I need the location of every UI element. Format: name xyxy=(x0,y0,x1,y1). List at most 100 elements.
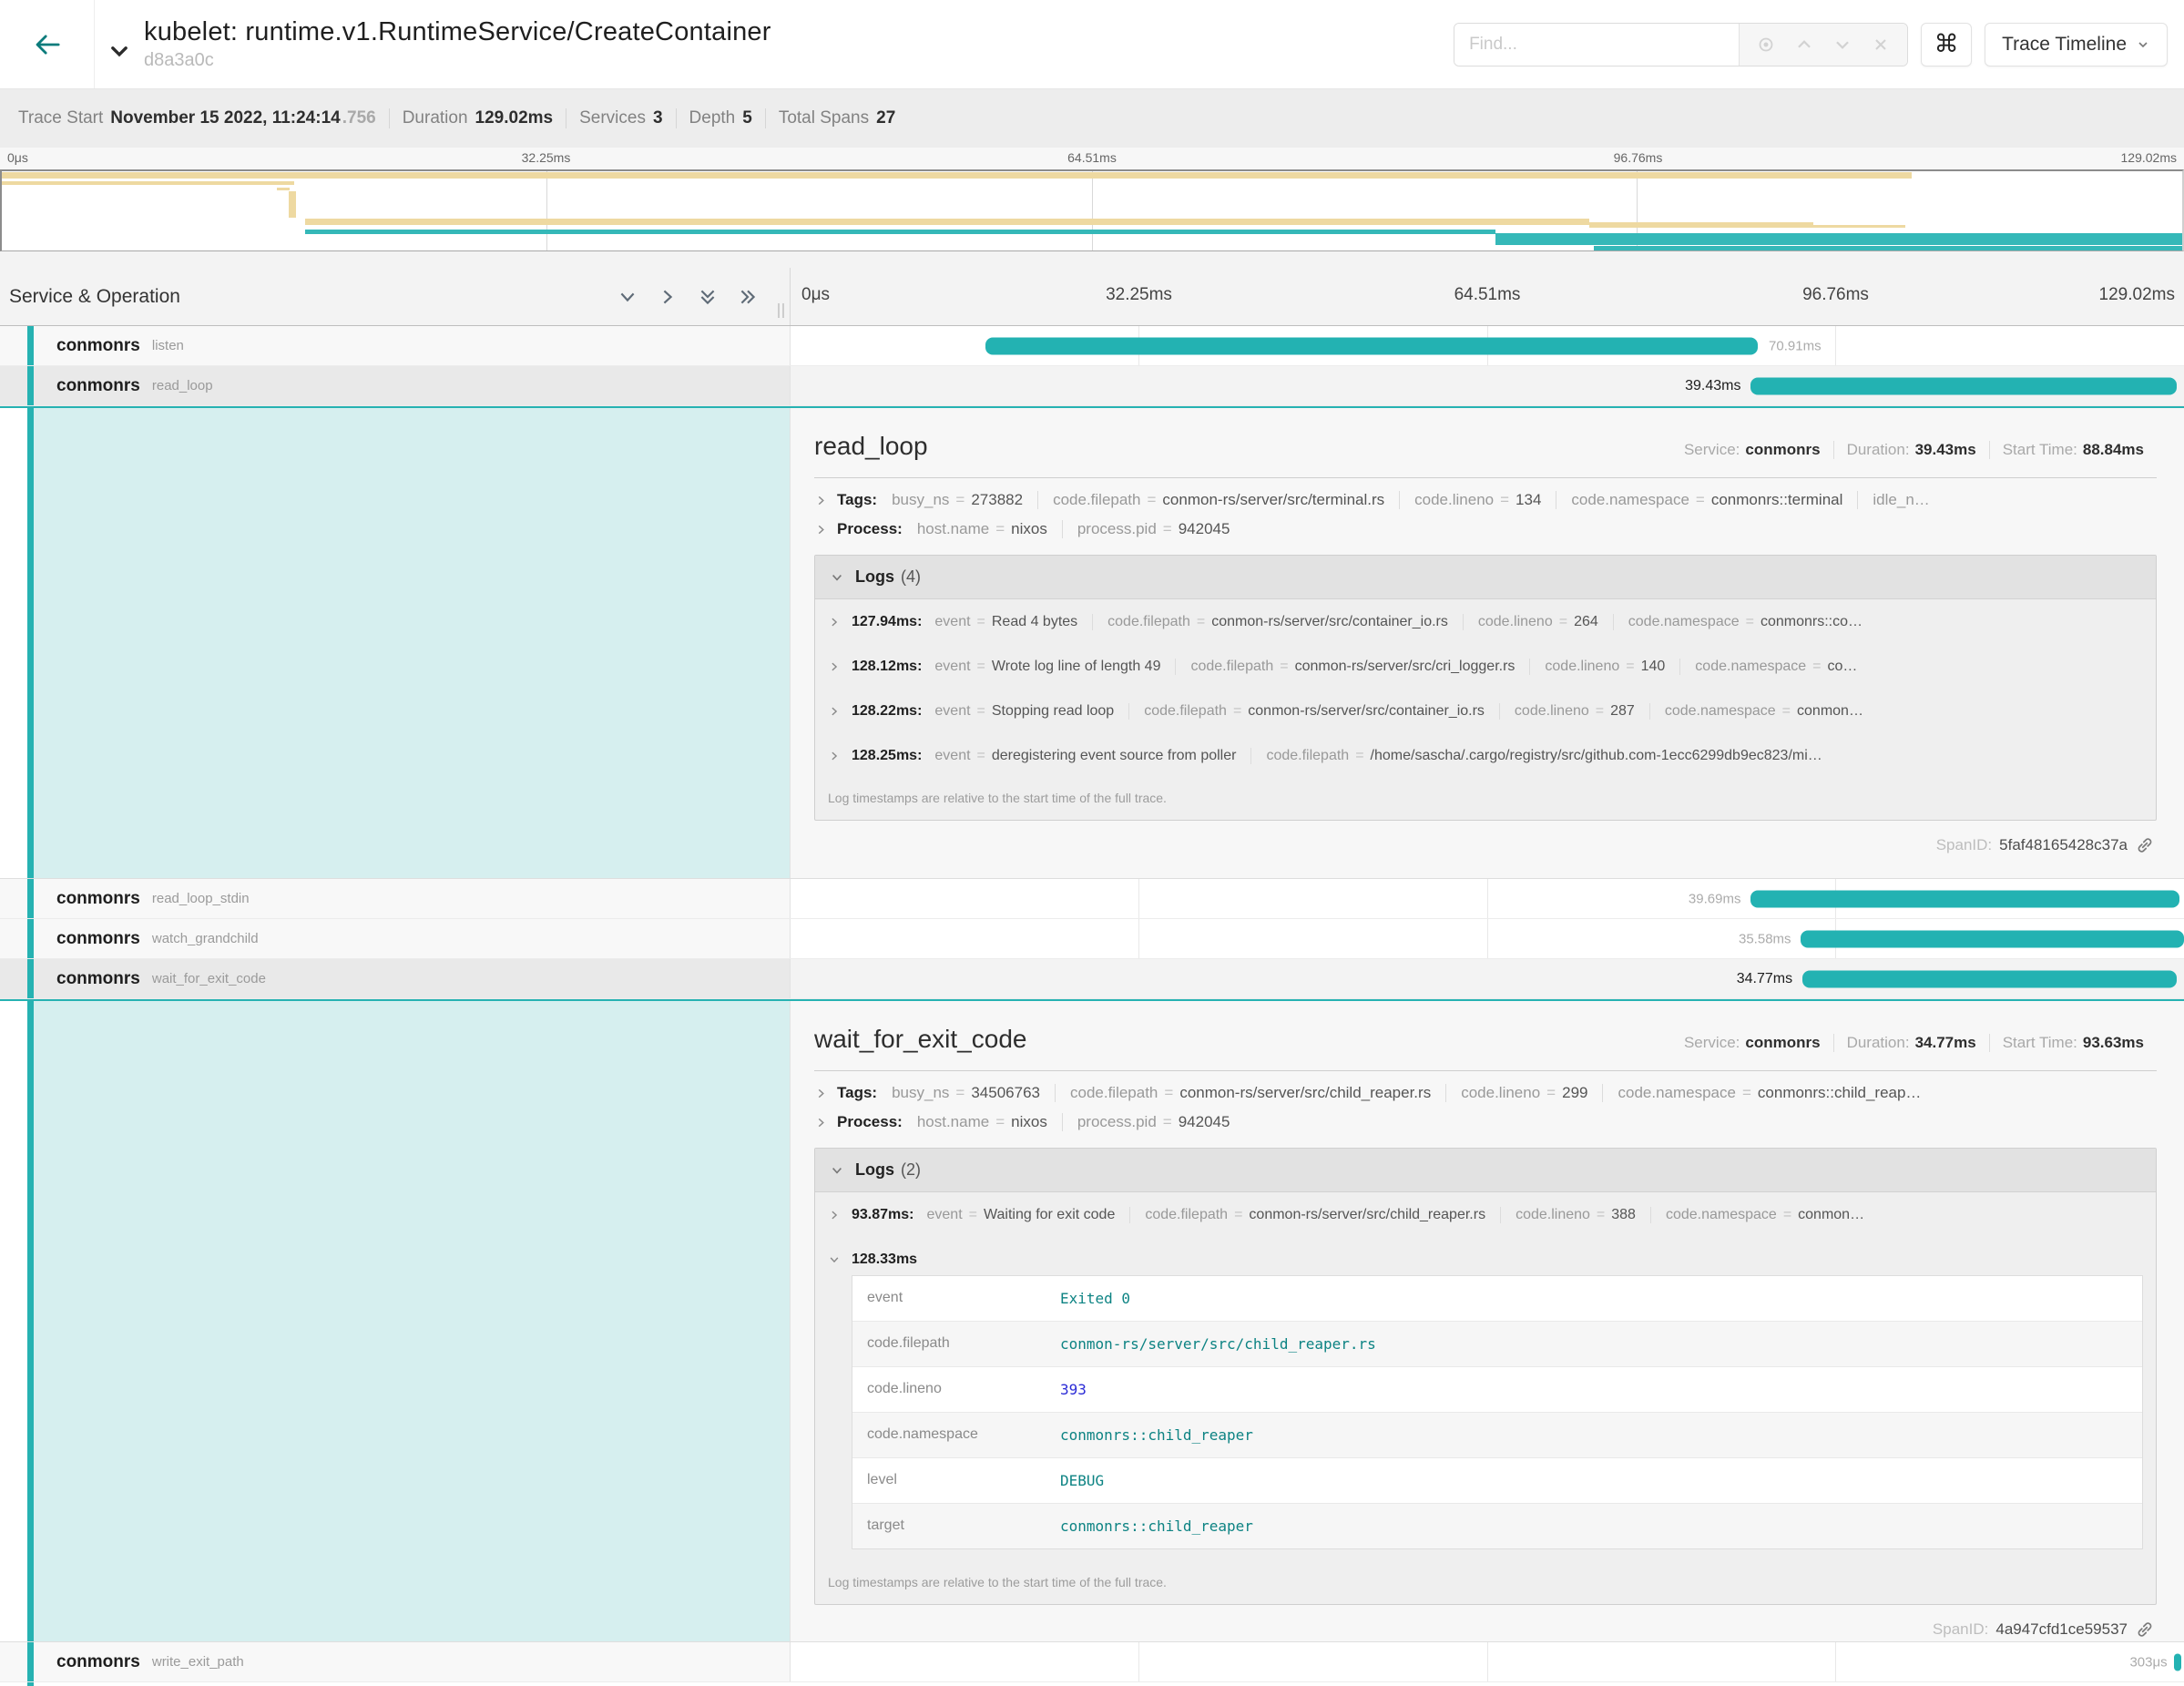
span-row-listen[interactable]: conmonrs listen 70.91ms xyxy=(0,326,2184,366)
summary-value: November 15 2022, 11:24:14 xyxy=(110,108,340,128)
chevron-right-icon xyxy=(828,1209,841,1221)
summary-value: 129.02ms xyxy=(475,108,554,128)
logs-header[interactable]: Logs (2) xyxy=(815,1149,2156,1192)
span-name-cell[interactable]: conmonrs watch_grandchild xyxy=(0,919,791,958)
log-entry[interactable]: 93.87ms: eventWaiting for exit code code… xyxy=(815,1192,2156,1237)
span-bar-cell[interactable]: 39.69ms xyxy=(791,879,2184,918)
ruler-tick: 96.76ms xyxy=(1802,285,1869,305)
chevron-down-icon xyxy=(107,39,131,63)
column-resize-grip[interactable] xyxy=(778,303,784,318)
span-bar[interactable] xyxy=(2174,1653,2181,1671)
find-group xyxy=(1454,23,1908,66)
log-entry[interactable]: 127.94ms: eventRead 4 bytes code.filepat… xyxy=(815,599,2156,644)
log-entry[interactable]: 128.22ms: eventStopping read loop code.f… xyxy=(815,689,2156,733)
summary-trace-start: Trace Start November 15 2022, 11:24:14.7… xyxy=(5,108,389,128)
logs-note: Log timestamps are relative to the start… xyxy=(815,778,2156,820)
span-id-value: 5faf48165428c37a xyxy=(1999,836,2128,854)
minimap-span xyxy=(1594,246,2182,250)
timeline-minimap[interactable] xyxy=(0,169,2184,251)
trace-title-block: kubelet: runtime.v1.RuntimeService/Creat… xyxy=(144,17,771,71)
logs-header[interactable]: Logs (4) xyxy=(815,556,2156,599)
span-bar-cell[interactable]: 34.77ms xyxy=(791,959,2184,998)
chevron-down-icon xyxy=(828,1253,841,1266)
summary-label: Duration xyxy=(403,108,468,128)
span-name-cell[interactable]: conmonrs listen xyxy=(0,326,791,365)
tags-row[interactable]: Tags: busy_ns273882 code.filepathconmon-… xyxy=(814,491,2157,509)
chevron-right-icon xyxy=(828,705,841,718)
span-name-cell[interactable]: conmonrs read_loop_stdin xyxy=(0,879,791,918)
service-name: conmonrs xyxy=(56,336,140,356)
span-bar-cell[interactable]: 303μs xyxy=(791,1642,2184,1681)
log-field: code.lineno140 xyxy=(1529,659,1679,675)
axis-tick: 64.51ms xyxy=(1067,150,1117,165)
span-row-read-loop[interactable]: conmonrs read_loop 39.43ms xyxy=(0,366,2184,406)
span-id-label: SpanID: xyxy=(1933,1620,1988,1639)
span-row-write-exit-path[interactable]: conmonrs write_exit_path 303μs xyxy=(0,1642,2184,1682)
log-entry[interactable]: 128.25ms: eventderegistering event sourc… xyxy=(815,733,2156,778)
span-name-cell[interactable]: conmonrs write_exit_path xyxy=(0,1642,791,1681)
service-color-bar xyxy=(27,1682,34,1686)
minimap-span xyxy=(289,191,296,218)
span-bar-cell[interactable]: 70.91ms xyxy=(791,326,2184,365)
span-row-watch-grandchild[interactable]: conmonrs watch_grandchild 35.58ms xyxy=(0,919,2184,959)
expand-one-icon[interactable] xyxy=(657,286,679,308)
span-row-read-loop-stdin[interactable]: conmonrs read_loop_stdin 39.69ms xyxy=(0,879,2184,919)
summary-total-spans: Total Spans 27 xyxy=(765,108,908,128)
logs-count: (4) xyxy=(901,567,921,587)
tag-field: code.namespaceconmonrs::terminal xyxy=(1556,491,1857,509)
chevron-right-icon xyxy=(814,494,828,507)
link-icon[interactable] xyxy=(2135,1620,2155,1640)
service-name: conmonrs xyxy=(56,376,140,396)
span-bar-cell[interactable]: 35.58ms xyxy=(791,919,2184,958)
log-entry[interactable]: 128.12ms: eventWrote log line of length … xyxy=(815,644,2156,689)
partial-row-sliver xyxy=(0,1682,2184,1686)
log-field: eventWaiting for exit code xyxy=(924,1207,1130,1223)
process-row[interactable]: Process: host.namenixos process.pid94204… xyxy=(814,1113,2157,1131)
span-name-cell[interactable]: conmonrs wait_for_exit_code xyxy=(0,959,791,998)
back-button[interactable] xyxy=(0,0,95,88)
service-name: conmonrs xyxy=(56,929,140,949)
span-bar[interactable] xyxy=(1750,377,2176,394)
logs-section: Logs (2) 93.87ms: eventWaiting for exit … xyxy=(814,1148,2157,1605)
link-icon[interactable] xyxy=(2135,835,2155,855)
tag-field: idle_n… xyxy=(1857,491,1944,509)
trace-id: d8a3a0c xyxy=(144,50,771,71)
log-key: code.lineno xyxy=(852,1367,1051,1412)
summary-value: 5 xyxy=(742,108,752,128)
tags-label: Tags: xyxy=(837,1084,877,1102)
find-input[interactable] xyxy=(1454,24,1739,66)
process-row[interactable]: Process: host.namenixos process.pid94204… xyxy=(814,520,2157,538)
span-bar[interactable] xyxy=(985,337,1758,354)
span-name-cell[interactable]: conmonrs read_loop xyxy=(0,366,791,405)
span-row-wait-for-exit-code[interactable]: conmonrs wait_for_exit_code 34.77ms xyxy=(0,959,2184,999)
minimap-span xyxy=(2,181,294,185)
span-duration-label: 303μs xyxy=(2129,1654,2167,1670)
timeline-ruler: 0μs 32.25ms 64.51ms 96.76ms 129.02ms xyxy=(791,268,2184,325)
tags-row[interactable]: Tags: busy_ns34506763 code.filepathconmo… xyxy=(814,1084,2157,1102)
locate-icon[interactable] xyxy=(1749,27,1783,62)
log-timestamp: 128.25ms: xyxy=(852,748,922,764)
collapse-trace-button[interactable] xyxy=(107,26,131,63)
collapse-one-icon[interactable] xyxy=(617,286,638,308)
find-prev-icon[interactable] xyxy=(1787,27,1822,62)
find-clear-icon[interactable] xyxy=(1863,27,1898,62)
log-field: code.filepathconmon-rs/server/src/contai… xyxy=(1092,614,1463,630)
expand-all-icon[interactable] xyxy=(737,286,759,308)
span-bar[interactable] xyxy=(1802,970,2178,987)
span-bar-cell[interactable]: 39.43ms xyxy=(791,366,2184,405)
find-next-icon[interactable] xyxy=(1825,27,1860,62)
log-timestamp: 127.94ms: xyxy=(852,614,922,630)
keyboard-shortcuts-button[interactable]: ⌘ xyxy=(1921,23,1972,66)
log-field: code.lineno264 xyxy=(1463,614,1613,630)
span-bar[interactable] xyxy=(1750,890,2179,907)
detail-panel-content: wait_for_exit_code Service:conmonrs Dura… xyxy=(791,1001,2184,1641)
service-operation-header: Service & Operation xyxy=(0,268,791,325)
ruler-tick: 129.02ms xyxy=(2099,285,2175,305)
expand-collapse-controls xyxy=(617,286,790,308)
log-entry-expanded[interactable]: 128.33ms xyxy=(815,1237,2156,1273)
span-id-row: SpanID: 5faf48165428c37a xyxy=(814,835,2155,855)
collapse-all-icon[interactable] xyxy=(697,286,719,308)
service-color-bar xyxy=(27,919,34,958)
view-dropdown[interactable]: Trace Timeline xyxy=(1985,23,2168,66)
span-bar[interactable] xyxy=(1801,930,2184,947)
